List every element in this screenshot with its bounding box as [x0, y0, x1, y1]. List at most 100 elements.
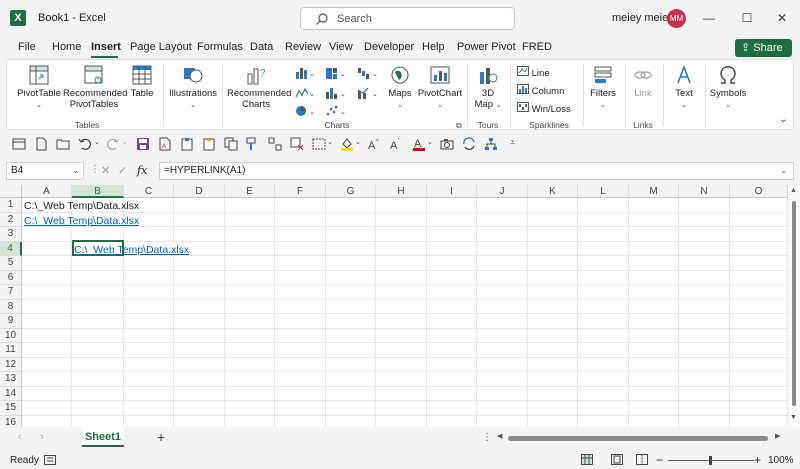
tab-formulas[interactable]: Formulas — [197, 41, 243, 53]
illustrations-button[interactable]: Illustrations ⌄ — [167, 64, 219, 111]
column-header-d[interactable]: D — [174, 185, 225, 198]
row-header-16[interactable]: 16 — [0, 415, 22, 427]
tab-developer[interactable]: Developer — [364, 41, 414, 53]
row-header-15[interactable]: 15 — [0, 401, 22, 416]
row-header-6[interactable]: 6 — [0, 270, 22, 285]
next-sheet-icon[interactable]: › — [40, 431, 44, 443]
paste-icon[interactable] — [180, 137, 194, 151]
user-name[interactable]: meiey meiey — [612, 12, 674, 24]
text-button[interactable]: Text ⌄ — [669, 64, 699, 111]
column-header-n[interactable]: N — [679, 185, 730, 198]
dialog-launcher-icon[interactable]: ⧉ — [456, 121, 462, 131]
column-chart-icon[interactable]: ⌄ — [295, 66, 315, 80]
sparkline-column-button[interactable]: Column — [517, 84, 564, 97]
row-header-3[interactable]: 3 — [0, 227, 22, 242]
combo-chart-icon[interactable]: ⌄ — [357, 86, 379, 100]
collapse-ribbon-icon[interactable]: ⌄ — [779, 114, 787, 125]
scroll-right-icon[interactable]: ▶ — [775, 432, 780, 440]
tab-home[interactable]: Home — [52, 41, 81, 53]
filters-button[interactable]: Filters ⌄ — [587, 64, 619, 111]
undo-icon[interactable] — [78, 137, 92, 151]
cell-a2[interactable]: C:\_Web Temp\Data.xlsx — [24, 215, 139, 227]
scatter-chart-icon[interactable]: ⌄ — [325, 104, 347, 118]
vertical-scrollbar[interactable]: ▲ ▼ — [788, 185, 800, 427]
row-header-7[interactable]: 7 — [0, 285, 22, 300]
customize-toolbar-icon[interactable]: ⩡ — [510, 137, 515, 148]
row-header-1[interactable]: 1 — [0, 198, 22, 213]
row-header-12[interactable]: 12 — [0, 357, 22, 372]
font-color-icon[interactable]: A — [412, 137, 426, 151]
recommended-pivottables-button[interactable]: ? Recommended PivotTables — [63, 64, 127, 110]
page-break-preview-icon[interactable] — [636, 454, 648, 465]
increase-font-icon[interactable]: A ^ — [368, 137, 382, 151]
share-button[interactable]: ⇪ Share — [735, 39, 792, 57]
border-icon[interactable] — [312, 137, 326, 151]
chevron-down-icon[interactable]: ⌄ — [427, 138, 433, 146]
row-header-8[interactable]: 8 — [0, 299, 22, 314]
camera-icon[interactable] — [440, 137, 454, 151]
row-header-9[interactable]: 9 — [0, 314, 22, 329]
symbols-button[interactable]: Symbols ⌄ — [709, 64, 747, 111]
column-header-i[interactable]: I — [427, 185, 477, 198]
accessibility-icon[interactable] — [44, 455, 56, 465]
previous-sheet-icon[interactable]: ‹ — [18, 431, 22, 443]
normal-view-icon[interactable] — [581, 454, 593, 465]
row-header-13[interactable]: 13 — [0, 372, 22, 387]
table-button[interactable]: Table — [127, 64, 157, 99]
row-header-4[interactable]: 4 — [0, 241, 22, 256]
avatar[interactable]: MM — [667, 9, 686, 28]
hierarchy-chart-icon[interactable]: ⌄ — [325, 66, 347, 80]
column-header-a[interactable]: A — [22, 185, 72, 198]
insert-function-button[interactable]: fx — [137, 164, 147, 177]
zoom-out-button[interactable]: − — [656, 453, 663, 467]
copy-icon[interactable] — [224, 137, 238, 151]
column-header-c[interactable]: C — [124, 185, 174, 198]
formula-input[interactable]: =HYPERLINK(A1) ⌄ — [159, 162, 794, 180]
tab-review[interactable]: Review — [285, 41, 321, 53]
column-header-l[interactable]: L — [578, 185, 629, 198]
column-header-m[interactable]: M — [629, 185, 679, 198]
link-button[interactable]: Link — [629, 64, 657, 99]
column-header-e[interactable]: E — [225, 185, 275, 198]
column-header-b[interactable]: B — [72, 185, 124, 198]
add-sheet-button[interactable]: + — [157, 429, 165, 445]
scroll-left-icon[interactable]: ◀ — [497, 432, 502, 440]
statistic-chart-icon[interactable]: ⌄ — [325, 86, 347, 100]
zoom-in-button[interactable]: + — [754, 453, 761, 467]
row-header-5[interactable]: 5 — [0, 256, 22, 271]
chevron-down-icon[interactable]: ⌄ — [355, 138, 361, 146]
column-header-k[interactable]: K — [528, 185, 578, 198]
cell-a1[interactable]: C:\_Web Temp\Data.xlsx — [24, 200, 139, 212]
column-header-g[interactable]: G — [326, 185, 376, 198]
close-button[interactable]: ✕ — [772, 8, 792, 28]
name-box[interactable]: B4 ⌄ — [6, 162, 84, 180]
cancel-icon[interactable]: ✕ — [101, 164, 110, 177]
redo-icon[interactable] — [106, 137, 120, 151]
refresh-icon[interactable] — [462, 137, 476, 151]
paste-values-icon[interactable] — [202, 137, 216, 151]
minimize-button[interactable]: — — [699, 8, 719, 28]
page-layout-view-icon[interactable] — [611, 454, 623, 465]
scroll-up-icon[interactable]: ▲ — [790, 187, 797, 194]
pie-chart-icon[interactable]: ⌄ — [295, 104, 315, 118]
new-icon[interactable] — [12, 137, 26, 151]
tab-power-pivot[interactable]: Power Pivot — [457, 41, 516, 53]
tab-insert[interactable]: Insert — [91, 41, 121, 53]
select-all-button[interactable] — [0, 185, 22, 198]
pivotchart-button[interactable]: PivotChart ⌄ — [415, 64, 465, 111]
line-chart-icon[interactable]: ⌄ — [295, 86, 315, 100]
maps-button[interactable]: Maps ⌄ — [385, 64, 415, 111]
format-painter-icon[interactable] — [246, 137, 260, 151]
chevron-down-icon[interactable]: ⌄ — [94, 138, 100, 146]
column-header-f[interactable]: F — [275, 185, 326, 198]
tab-split-handle-icon[interactable]: ⋮ — [482, 432, 492, 443]
row-header-10[interactable]: 10 — [0, 328, 22, 343]
row-header-11[interactable]: 11 — [0, 343, 22, 358]
expand-formula-icon[interactable]: ⌄ — [780, 163, 787, 179]
open-folder-icon[interactable] — [56, 137, 70, 151]
tab-file[interactable]: File — [18, 41, 36, 53]
row-header-2[interactable]: 2 — [0, 212, 22, 227]
tab-help[interactable]: Help — [422, 41, 445, 53]
row-header-14[interactable]: 14 — [0, 386, 22, 401]
tab-fred[interactable]: FRED — [522, 41, 552, 53]
